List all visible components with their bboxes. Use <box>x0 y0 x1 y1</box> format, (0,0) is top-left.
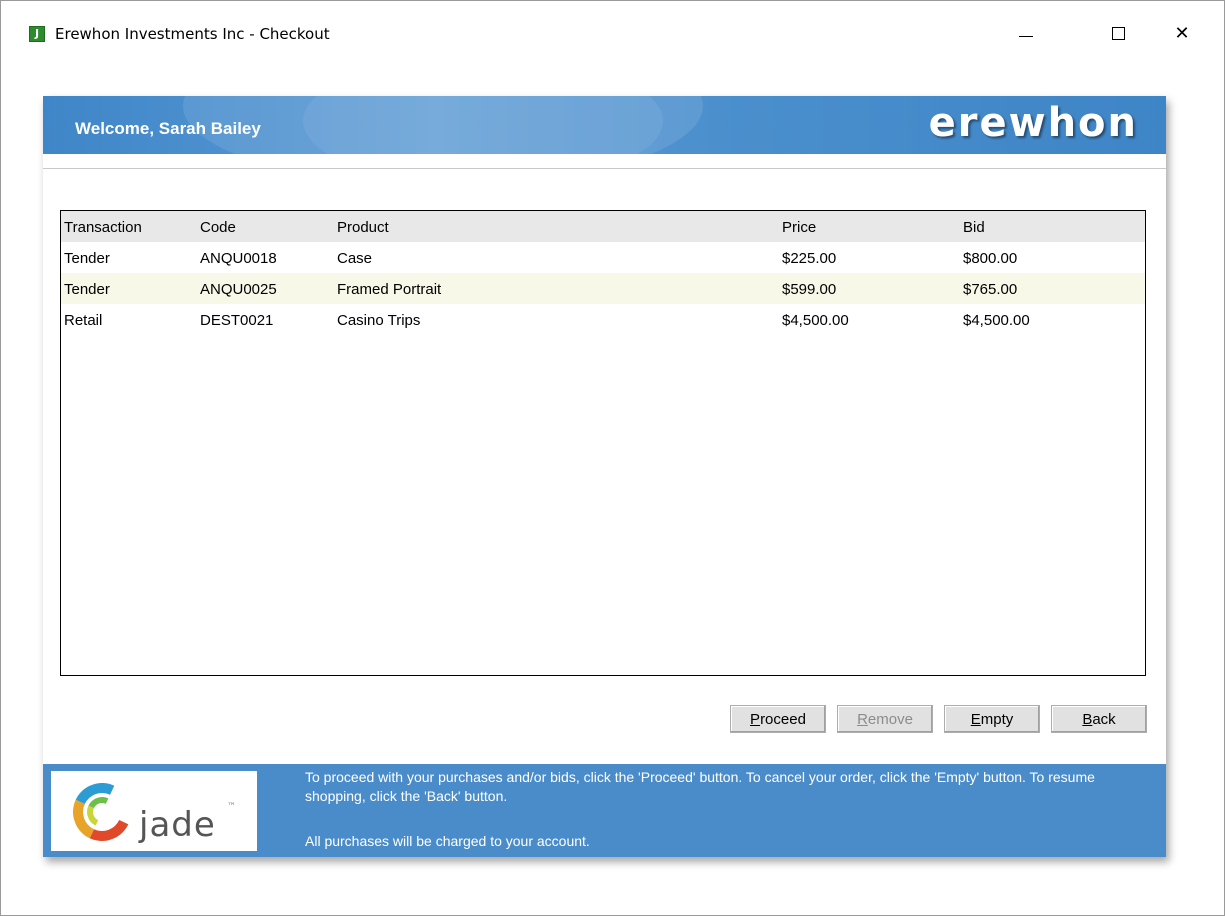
remove-button-label: Remove <box>857 710 913 728</box>
close-button[interactable]: ✕ <box>1159 15 1205 51</box>
cell-transaction: Retail <box>64 312 103 329</box>
brand-logo: erewhon <box>928 100 1138 146</box>
jade-logo: jade ™ <box>51 771 257 851</box>
checkout-form: Welcome, Sarah Bailey erewhon Transactio… <box>43 96 1166 857</box>
column-header-price[interactable]: Price <box>782 219 816 236</box>
table-row[interactable]: Tender ANQU0025 Framed Portrait $599.00 … <box>61 273 1145 304</box>
trademark-mark: ™ <box>227 802 236 812</box>
cell-price: $225.00 <box>782 250 837 267</box>
header-banner: Welcome, Sarah Bailey erewhon <box>43 96 1166 154</box>
column-header-product[interactable]: Product <box>337 219 389 236</box>
remove-button[interactable]: Remove <box>837 705 933 733</box>
footer-panel: jade ™ To proceed with your purchases an… <box>43 764 1166 857</box>
cell-price: $4,500.00 <box>782 312 849 329</box>
column-header-bid[interactable]: Bid <box>963 219 985 236</box>
cell-product: Framed Portrait <box>337 281 442 298</box>
cell-bid: $4,500.00 <box>963 312 1030 329</box>
jade-logo-text: jade <box>139 805 216 845</box>
cell-transaction: Tender <box>64 250 110 267</box>
cell-bid: $800.00 <box>963 250 1018 267</box>
app-icon: J <box>29 26 45 42</box>
banner-decoration <box>303 96 663 154</box>
minimize-button[interactable] <box>1003 15 1049 51</box>
cart-list[interactable]: Transaction Code Product Price Bid Tende… <box>60 210 1146 676</box>
empty-button-label: Empty <box>970 710 1014 728</box>
proceed-button-label: Proceed <box>750 710 806 728</box>
cell-transaction: Tender <box>64 281 110 298</box>
cell-product: Case <box>337 250 373 267</box>
checkout-window: J Erewhon Investments Inc - Checkout ✕ W… <box>0 0 1225 916</box>
minimize-icon <box>1019 35 1033 37</box>
cell-code: ANQU0018 <box>200 250 277 267</box>
maximize-icon <box>1111 26 1125 40</box>
back-button-label: Back <box>1082 710 1116 728</box>
divider <box>43 168 1166 169</box>
maximize-button[interactable] <box>1095 15 1141 51</box>
table-row[interactable]: Retail DEST0021 Casino Trips $4,500.00 $… <box>61 304 1145 335</box>
table-row[interactable]: Tender ANQU0018 Case $225.00 $800.00 <box>61 242 1145 273</box>
cell-price: $599.00 <box>782 281 837 298</box>
proceed-button[interactable]: Proceed <box>730 705 826 733</box>
column-header-transaction[interactable]: Transaction <box>64 219 142 236</box>
cell-code: ANQU0025 <box>200 281 277 298</box>
cell-bid: $765.00 <box>963 281 1018 298</box>
title-bar[interactable]: J Erewhon Investments Inc - Checkout ✕ <box>1 1 1224 67</box>
window-title: Erewhon Investments Inc - Checkout <box>55 25 330 43</box>
cell-code: DEST0021 <box>200 312 274 329</box>
close-icon: ✕ <box>1174 22 1190 44</box>
instructions-text: To proceed with your purchases and/or bi… <box>305 769 1095 804</box>
cell-product: Casino Trips <box>337 312 421 329</box>
welcome-text: Welcome, Sarah Bailey <box>75 119 261 138</box>
back-button[interactable]: Back <box>1051 705 1147 733</box>
column-header-code[interactable]: Code <box>200 219 236 236</box>
list-header: Transaction Code Product Price Bid <box>61 211 1145 242</box>
empty-button[interactable]: Empty <box>944 705 1040 733</box>
account-note: All purchases will be charged to your ac… <box>305 833 590 849</box>
